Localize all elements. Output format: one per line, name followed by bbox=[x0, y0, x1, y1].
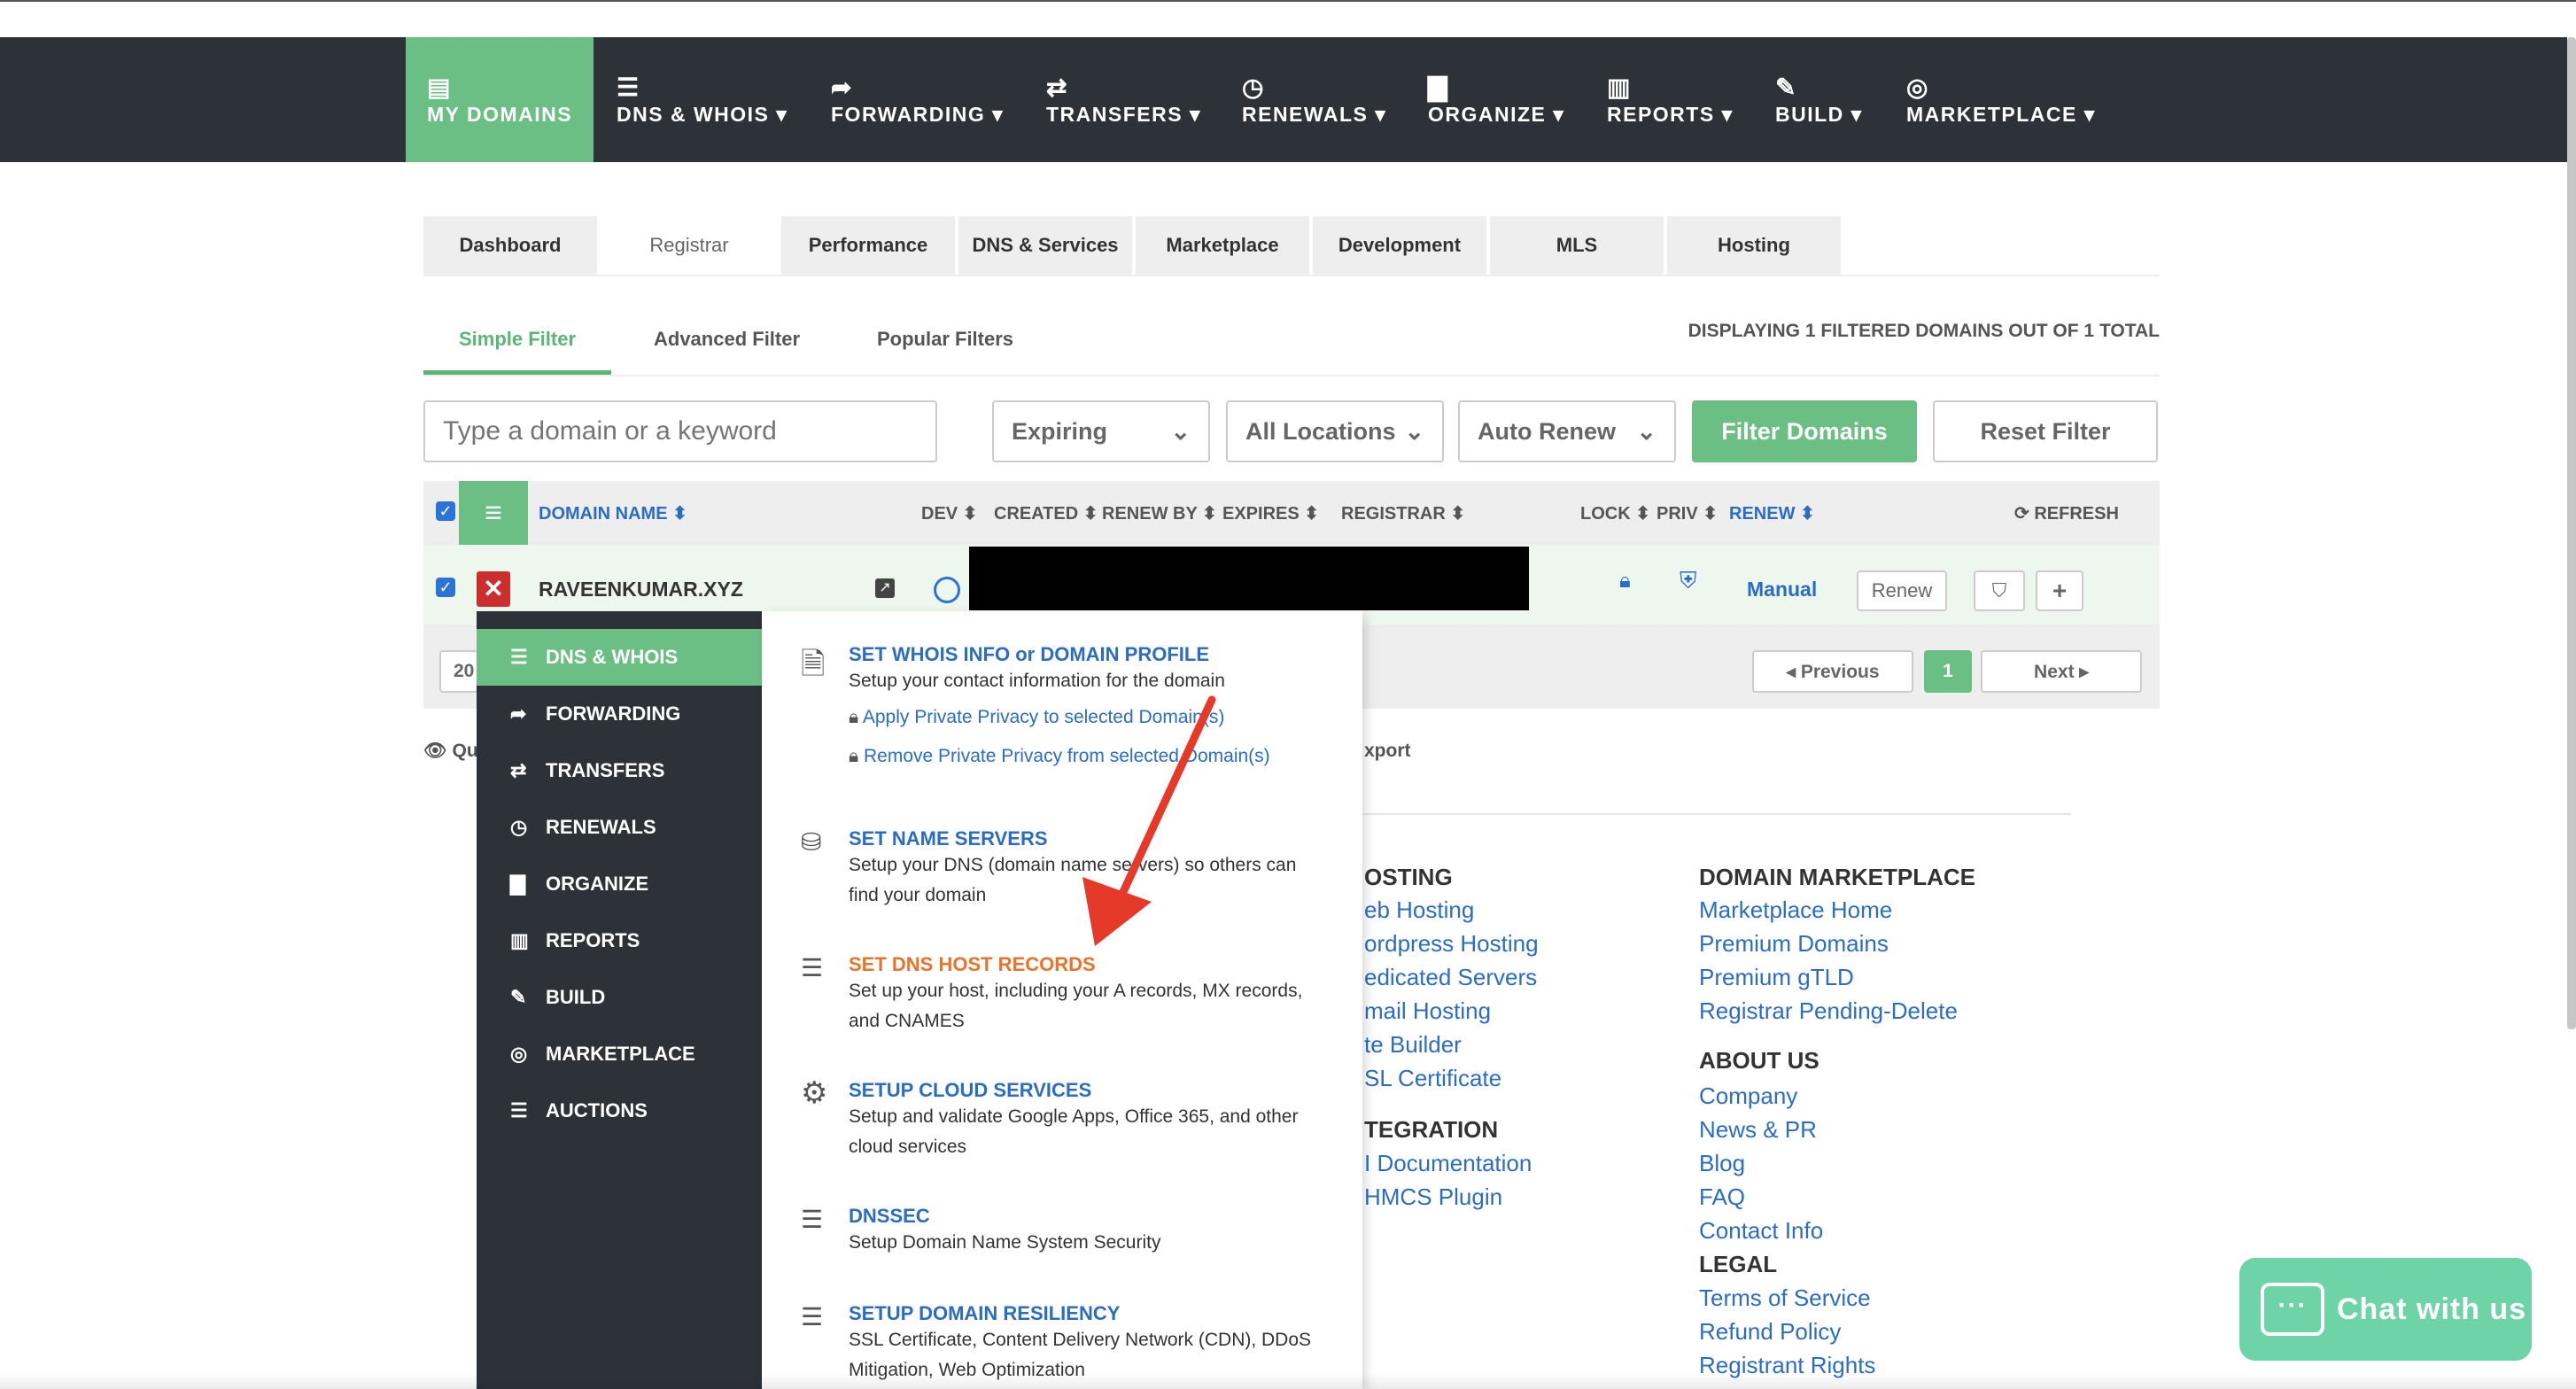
chat-label: Chat with us bbox=[2337, 1292, 2527, 1326]
chat-widget-button[interactable]: ··· Chat with us bbox=[2239, 1258, 2532, 1361]
chat-bubble-icon: ··· bbox=[2261, 1283, 2324, 1336]
bottom-shadow bbox=[0, 1373, 2576, 1389]
annotation-arrow bbox=[1082, 695, 1216, 946]
arrow-head bbox=[1082, 877, 1152, 946]
arrow-shaft bbox=[1113, 695, 1216, 908]
